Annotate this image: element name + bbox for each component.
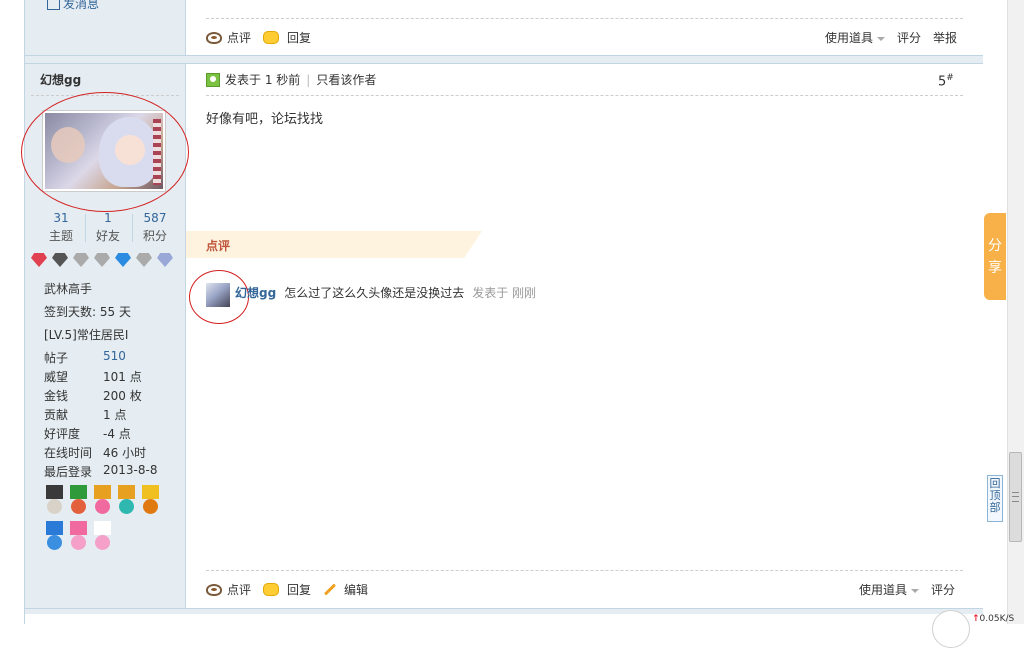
prev-reply-button[interactable]: 回复: [263, 29, 311, 46]
comment-item: 幻想gg 怎么过了这么久头像还是没换过去 发表于 刚刚: [235, 284, 536, 301]
coffee-cup-icon: [206, 31, 222, 44]
rank-gem-icon: [73, 253, 89, 267]
medal-disc: [95, 499, 110, 514]
prev-post-actions: 点评 回复: [206, 29, 323, 46]
medal-disc: [143, 499, 158, 514]
online-status-icon: [206, 72, 220, 87]
medal-icon[interactable]: [44, 521, 65, 555]
medal-disc: [47, 499, 62, 514]
rank-gem-icon: [136, 253, 152, 267]
coffee-cup-icon: [206, 583, 222, 596]
post-content: 好像有吧，论坛找找: [206, 112, 324, 127]
comment-time: 发表于 刚刚: [472, 286, 537, 300]
speech-bubble-icon: [263, 31, 280, 44]
post-time: 发表于 1 秒前: [225, 73, 301, 87]
envelope-icon: [47, 0, 60, 10]
edit-button[interactable]: 编辑: [323, 581, 368, 598]
posts-count-link[interactable]: 510: [103, 349, 126, 366]
medal-disc: [71, 535, 86, 550]
network-speed: 0.05K/S: [979, 614, 1015, 624]
rank-gem-icon: [31, 253, 47, 267]
rank-gem-icon: [94, 253, 110, 267]
page-gutter: [0, 0, 24, 624]
comment-text: 怎么过了这么久头像还是没换过去: [284, 286, 465, 300]
rank-badges: [31, 253, 173, 267]
medal-icon[interactable]: [92, 521, 113, 555]
stat-points[interactable]: 587 积分: [132, 210, 178, 246]
medals: [44, 485, 168, 555]
medal-ribbon: [94, 521, 111, 535]
checkin-days: 签到天数: 55 天: [44, 305, 131, 319]
use-tools-menu[interactable]: 使用道具: [859, 581, 920, 598]
rank-gem-icon: [52, 253, 68, 267]
rank-title: 武林高手: [44, 282, 93, 296]
medal-ribbon: [70, 485, 87, 499]
medal-disc: [119, 499, 134, 514]
medal-ribbon: [94, 485, 111, 499]
rate-link[interactable]: 评分: [931, 581, 955, 598]
medal-disc: [47, 535, 62, 550]
medal-icon[interactable]: [140, 485, 161, 519]
prev-rate-link[interactable]: 评分: [897, 29, 921, 46]
medal-icon[interactable]: [68, 521, 89, 555]
medal-disc: [95, 535, 110, 550]
comment-button[interactable]: 点评: [206, 581, 251, 598]
author-stats: 31 主题 1 好友 587 积分: [38, 210, 178, 246]
detail-contribution: 贡献 1 点: [44, 408, 127, 422]
detail-prestige: 威望 101 点: [44, 370, 142, 384]
prev-use-tools-menu[interactable]: 使用道具: [825, 29, 886, 46]
avatar-highlight-circle: [21, 92, 189, 212]
medal-ribbon: [46, 521, 63, 535]
dropdown-arrow-icon: [877, 36, 886, 41]
medal-ribbon: [46, 485, 63, 499]
post-actions: 点评 回复 编辑: [206, 581, 380, 598]
medal-disc: [71, 499, 86, 514]
medal-ribbon: [142, 485, 159, 499]
send-message-link[interactable]: 发消息: [47, 0, 99, 12]
pencil-icon: [324, 583, 337, 596]
rank-gem-icon: [115, 253, 131, 267]
medal-ribbon: [70, 521, 87, 535]
detail-posts: 帖子 510: [44, 349, 126, 366]
network-monitor: ↑0.05K/S: [932, 610, 1024, 648]
detail-money: 金钱 200 枚: [44, 389, 142, 403]
detail-reputation: 好评度 -4 点: [44, 427, 131, 441]
speech-bubble-icon: [263, 583, 280, 596]
detail-online-time: 在线时间 46 小时: [44, 446, 147, 460]
post-meta: 发表于 1 秒前 | 只看该作者: [206, 71, 376, 88]
medal-icon[interactable]: [116, 485, 137, 519]
post-separator: [25, 55, 983, 64]
rank-gem-icon: [157, 253, 173, 267]
post-foot-divider: [206, 570, 963, 571]
detail-last-login: 最后登录 2013-8-8: [44, 463, 158, 479]
floor-number[interactable]: 5#: [938, 73, 954, 89]
prev-comment-button[interactable]: 点评: [206, 29, 251, 46]
scrollbar-grip-icon: [1012, 492, 1019, 502]
back-to-top-button[interactable]: 回顶部: [987, 475, 1003, 522]
medal-icon[interactable]: [44, 485, 65, 519]
upload-arrow-icon: ↑: [972, 614, 980, 624]
prev-report-link[interactable]: 举报: [933, 29, 957, 46]
separator: |: [306, 72, 311, 87]
comment-user-link[interactable]: 幻想gg: [235, 284, 276, 301]
post-head-divider: [206, 95, 963, 96]
prev-divider: [206, 18, 963, 19]
medal-icon[interactable]: [68, 485, 89, 519]
reply-button[interactable]: 回复: [263, 581, 311, 598]
stat-topics[interactable]: 31 主题: [38, 210, 84, 246]
comments-header-bar: [186, 231, 482, 258]
share-tab[interactable]: 分 享: [984, 213, 1006, 300]
prev-post-right-actions: 使用道具 评分 举报: [825, 29, 957, 46]
stat-friends[interactable]: 1 好友: [85, 210, 131, 246]
author-name[interactable]: 幻想gg: [40, 71, 81, 88]
post-right-actions: 使用道具 评分: [859, 581, 955, 598]
dropdown-arrow-icon: [911, 588, 920, 593]
post-separator-bottom: [25, 608, 983, 614]
comments-title: 点评: [206, 239, 231, 253]
user-level: [LV.5]常住居民I: [44, 328, 129, 342]
network-monitor-ball[interactable]: [932, 610, 970, 648]
medal-ribbon: [118, 485, 135, 499]
medal-icon[interactable]: [92, 485, 113, 519]
only-author-link[interactable]: 只看该作者: [316, 71, 376, 88]
